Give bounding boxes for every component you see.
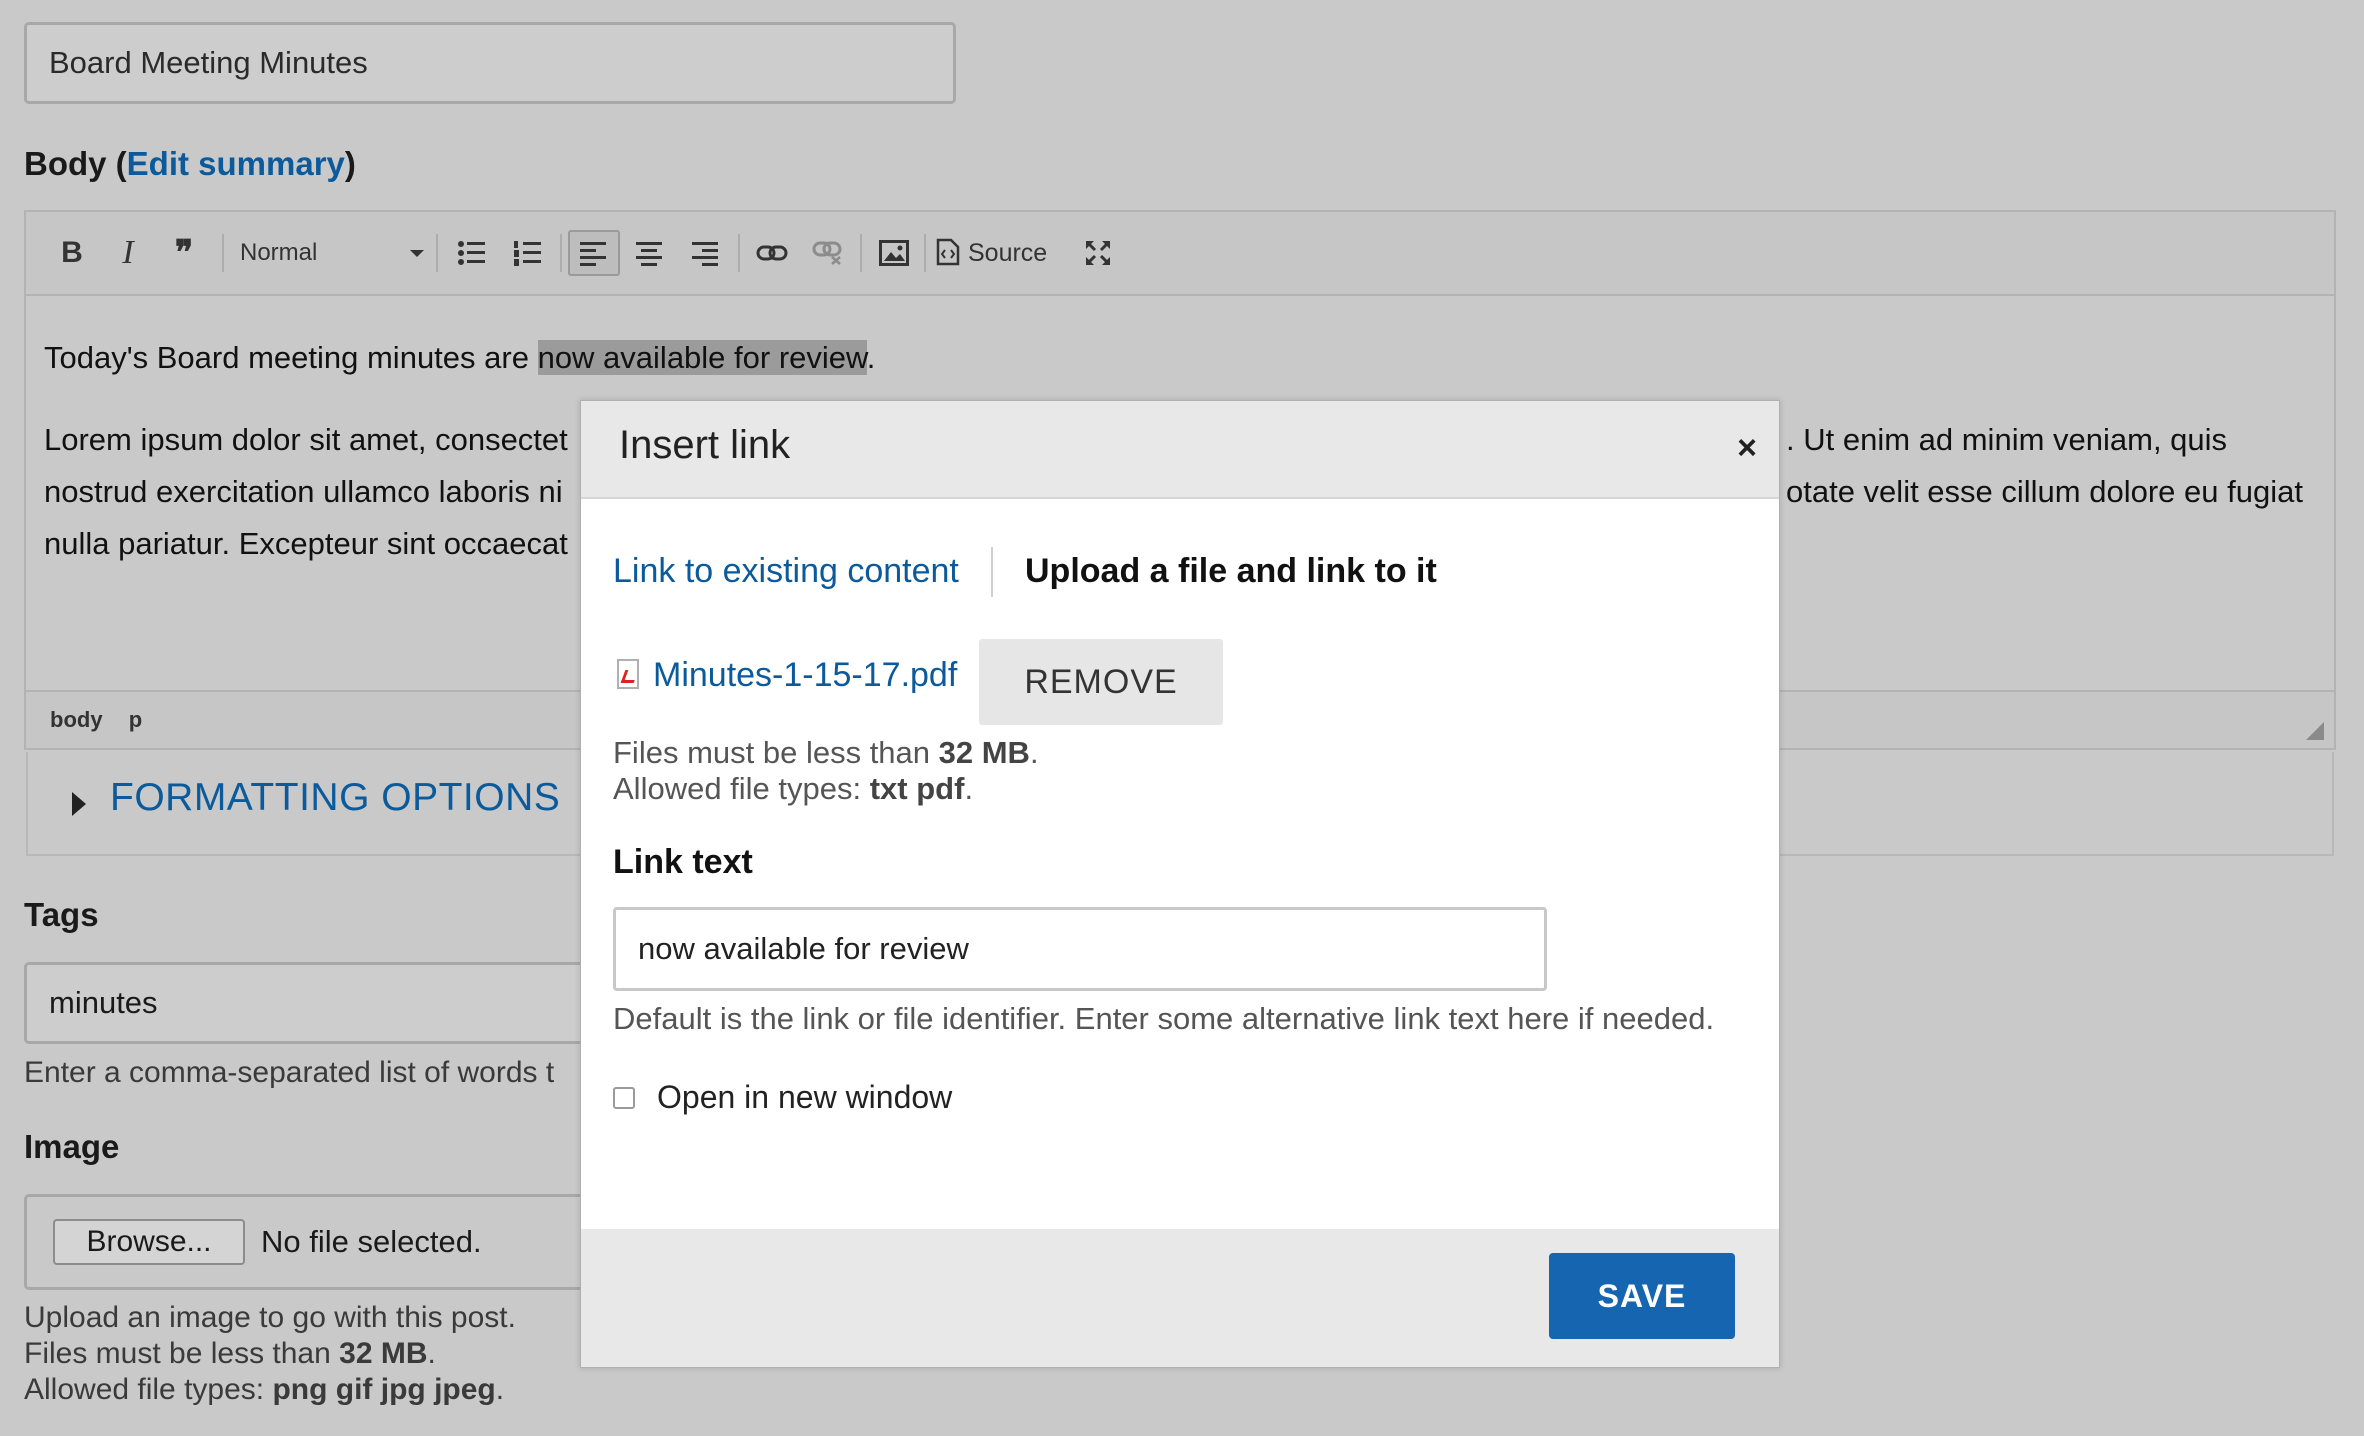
- chevron-down-icon: [410, 250, 424, 257]
- tab-separator: [991, 547, 993, 597]
- bold-button[interactable]: B: [52, 230, 92, 276]
- dialog-footer: SAVE: [581, 1229, 1779, 1367]
- toolbar-separator: [738, 234, 740, 272]
- body-label-text: Body: [24, 145, 107, 182]
- types-help-prefix: Allowed file types:: [613, 771, 870, 806]
- editor-toolbar: B I ❞ Normal Source: [26, 212, 2334, 296]
- file-size-help: Files must be less than 32 MB.: [613, 735, 1039, 771]
- toolbar-separator: [222, 234, 224, 272]
- editor-line: Lorem ipsum dolor sit amet, consectet: [44, 422, 568, 457]
- source-label: Source: [968, 239, 1048, 267]
- editor-line: . Ut enim ad minim veniam, quis: [1786, 422, 2228, 457]
- link-icon[interactable]: [750, 230, 794, 276]
- element-path-p[interactable]: p: [129, 707, 142, 732]
- types-help-value: txt pdf: [869, 771, 965, 806]
- format-select[interactable]: Normal: [240, 230, 430, 276]
- formatting-options-label: FORMATTING OPTIONS: [110, 776, 561, 819]
- toolbar-separator: [860, 234, 862, 272]
- editor-paragraph: Today's Board meeting minutes are now av…: [44, 332, 875, 384]
- save-button[interactable]: SAVE: [1549, 1253, 1735, 1339]
- open-new-window-label[interactable]: Open in new window: [657, 1077, 952, 1117]
- image-types-suffix: .: [495, 1373, 505, 1406]
- dialog-title: Insert link: [619, 423, 791, 467]
- toolbar-separator: [436, 234, 438, 272]
- paragraph-text: .: [866, 340, 876, 375]
- types-help-suffix: .: [964, 771, 974, 806]
- insert-link-dialog: Insert link × Link to existing content U…: [580, 400, 1780, 1368]
- link-text-label: Link text: [613, 843, 753, 881]
- resize-handle[interactable]: [2306, 722, 2324, 740]
- browse-button[interactable]: Browse...: [53, 1219, 245, 1265]
- open-new-window-checkbox[interactable]: [613, 1087, 635, 1109]
- bulleted-list-icon[interactable]: [452, 230, 492, 276]
- size-help-suffix: .: [1029, 735, 1039, 770]
- align-left-icon[interactable]: [568, 230, 620, 276]
- toolbar-separator: [924, 234, 926, 272]
- unlink-icon[interactable]: [806, 230, 850, 276]
- close-icon[interactable]: ×: [1737, 431, 1757, 465]
- image-icon[interactable]: [872, 230, 916, 276]
- image-help-line: Allowed file types: png gif jpg jpeg.: [24, 1372, 516, 1408]
- toolbar-separator: [560, 234, 562, 272]
- source-button[interactable]: Source: [936, 230, 1066, 276]
- title-input[interactable]: Board Meeting Minutes: [24, 22, 956, 104]
- uploaded-file-link[interactable]: Minutes-1-15-17.pdf: [653, 653, 957, 697]
- caret-right-icon: [72, 792, 86, 816]
- editor-line: nulla pariatur. Excepteur sint occaecat: [44, 526, 568, 561]
- link-text-input[interactable]: now available for review: [613, 907, 1547, 991]
- element-path-body[interactable]: body: [50, 707, 103, 732]
- selected-text: now available for review: [537, 340, 867, 375]
- dialog-header: Insert link ×: [581, 401, 1779, 499]
- edit-summary-link[interactable]: Edit summary: [127, 145, 345, 182]
- maximize-icon[interactable]: [1078, 230, 1118, 276]
- format-select-value: Normal: [240, 239, 318, 266]
- image-size-suffix: .: [427, 1337, 436, 1370]
- editor-line: nostrud exercitation ullamco laboris ni: [44, 474, 563, 509]
- image-help-line: Upload an image to go with this post.: [24, 1301, 516, 1334]
- image-size-value: 32 MB: [339, 1337, 428, 1370]
- size-help-prefix: Files must be less than: [613, 735, 939, 770]
- tab-upload-file[interactable]: Upload a file and link to it: [1025, 549, 1437, 593]
- paragraph-text: Today's Board meeting minutes are: [44, 340, 538, 375]
- image-types-value: png gif jpg jpeg: [272, 1373, 496, 1406]
- image-label: Image: [24, 1128, 120, 1165]
- remove-button[interactable]: REMOVE: [979, 639, 1223, 725]
- tags-help: Enter a comma-separated list of words t: [24, 1056, 555, 1089]
- size-help-value: 32 MB: [938, 735, 1030, 770]
- no-file-text: No file selected.: [261, 1224, 482, 1259]
- link-text-help: Default is the link or file identifier. …: [613, 1001, 1715, 1036]
- source-icon: [936, 239, 960, 266]
- tags-label: Tags: [24, 896, 99, 933]
- numbered-list-icon[interactable]: [508, 230, 548, 276]
- blockquote-button[interactable]: ❞: [162, 230, 206, 276]
- image-help-line: Files must be less than 32 MB.: [24, 1336, 516, 1372]
- body-label: Body (Edit summary): [24, 145, 356, 182]
- editor-line: otate velit esse cillum dolore eu fugiat: [1786, 474, 2303, 509]
- tab-link-existing[interactable]: Link to existing content: [613, 549, 959, 593]
- image-help: Upload an image to go with this post. Fi…: [24, 1300, 516, 1408]
- image-types-prefix: Allowed file types:: [24, 1373, 273, 1406]
- italic-button[interactable]: I: [108, 230, 148, 276]
- file-types-help: Allowed file types: txt pdf.: [613, 771, 973, 807]
- align-right-icon[interactable]: [684, 230, 728, 276]
- pdf-file-icon: [617, 659, 639, 689]
- image-size-prefix: Files must be less than: [24, 1337, 340, 1370]
- align-center-icon[interactable]: [628, 230, 672, 276]
